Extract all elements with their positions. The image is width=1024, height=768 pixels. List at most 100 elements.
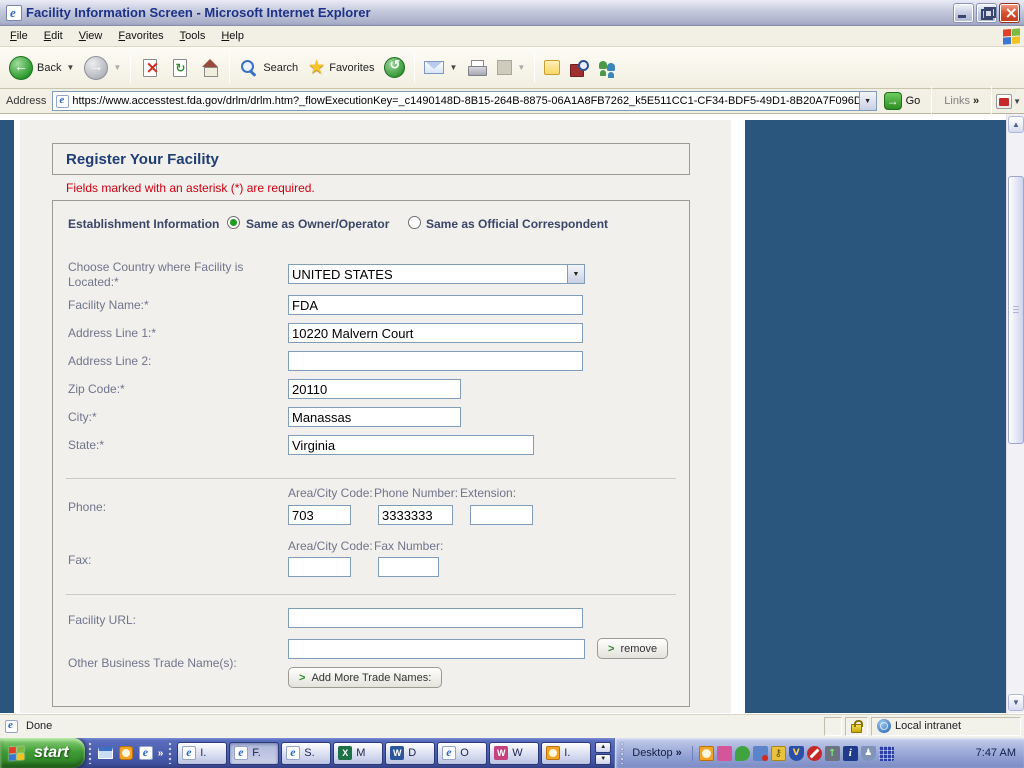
tray-app-icon[interactable] — [716, 745, 732, 761]
tray-blocked-icon[interactable] — [806, 745, 822, 761]
tray-balloon-icon[interactable] — [734, 745, 750, 761]
green-chevron-icon: > — [608, 642, 615, 655]
go-button[interactable]: → Go — [877, 92, 928, 110]
remove-trade-name-button[interactable]: > remove — [597, 638, 669, 659]
print-button[interactable] — [462, 50, 492, 86]
required-fields-note: Fields marked with an asterisk (*) are r… — [66, 181, 315, 195]
refresh-button[interactable] — [165, 50, 195, 86]
forward-icon — [84, 55, 109, 80]
tray-antivirus-icon[interactable] — [788, 745, 804, 761]
scroll-up-icon[interactable]: ▲ — [1008, 116, 1024, 133]
task-button-7[interactable]: WW — [489, 741, 540, 765]
task-button-4[interactable]: XM — [333, 741, 384, 765]
address-line2-input[interactable] — [288, 351, 583, 371]
pdf-dropdown-icon[interactable]: ▼ — [1013, 97, 1021, 106]
quick-launch-ie-button[interactable] — [136, 742, 156, 764]
forward-button[interactable]: ▼ — [79, 50, 126, 86]
state-input[interactable] — [288, 435, 534, 455]
mail-icon — [424, 61, 445, 74]
taskband-scroll-up-icon[interactable]: ▲ — [595, 741, 612, 753]
security-zone-text: Local intranet — [895, 720, 962, 732]
same-as-correspondent-radio[interactable] — [408, 216, 421, 229]
add-more-trade-names-button[interactable]: > Add More Trade Names: — [288, 667, 443, 688]
desktop-toolbar-grip[interactable] — [620, 742, 626, 764]
menu-file[interactable]: File — [2, 28, 36, 44]
tray-info-icon[interactable] — [842, 745, 858, 761]
back-dropdown-icon[interactable]: ▼ — [66, 63, 74, 72]
mail-button[interactable]: ▼ — [419, 50, 462, 86]
favorites-button[interactable]: ★ Favorites — [303, 50, 379, 86]
stop-button[interactable] — [135, 50, 165, 86]
task-button-3[interactable]: S. — [281, 741, 332, 765]
links-chevron-icon[interactable]: » — [973, 95, 979, 107]
research-button[interactable] — [565, 50, 593, 86]
history-button[interactable] — [379, 50, 410, 86]
desktop-toolbar-label[interactable]: Desktop — [632, 747, 672, 759]
adobe-pdf-icon[interactable] — [996, 93, 1013, 109]
ie-icon — [182, 745, 197, 760]
search-icon — [239, 58, 259, 78]
taskband-scroll-down-icon[interactable]: ▼ — [595, 753, 612, 765]
task-button-5[interactable]: WD — [385, 741, 436, 765]
facility-name-input[interactable] — [288, 295, 583, 315]
task-button-6[interactable]: O — [437, 741, 488, 765]
back-button[interactable]: Back ▼ — [4, 50, 79, 86]
menu-favorites[interactable]: Favorites — [110, 28, 171, 44]
tray-display-icon[interactable] — [878, 745, 894, 761]
start-button[interactable]: start — [0, 738, 85, 768]
menu-tools[interactable]: Tools — [172, 28, 214, 44]
tray-clock-icon[interactable] — [698, 745, 714, 761]
minimize-button[interactable] — [953, 2, 974, 23]
quick-launch-clock-button[interactable] — [116, 742, 136, 764]
desktop-chevron-icon[interactable]: » — [676, 747, 682, 759]
quick-launch-chevron-icon[interactable]: » — [156, 748, 166, 759]
state-label: State:* — [68, 438, 105, 452]
start-flag-icon — [8, 745, 25, 761]
facility-url-input[interactable] — [288, 608, 583, 628]
tray-users-offline-icon[interactable] — [752, 745, 768, 761]
trade-name-input[interactable] — [288, 639, 585, 659]
close-button[interactable] — [999, 2, 1020, 23]
scrollbar-thumb[interactable] — [1008, 176, 1024, 444]
phone-number-input[interactable] — [378, 505, 453, 525]
address-input[interactable]: https://www.accesstest.fda.gov/drlm/drlm… — [52, 91, 877, 111]
address-line1-input[interactable] — [288, 323, 583, 343]
country-select[interactable]: UNITED STATES ▼ — [288, 264, 585, 284]
zip-code-input[interactable] — [288, 379, 461, 399]
ie-window-icon[interactable] — [6, 4, 22, 21]
menu-view[interactable]: View — [71, 28, 111, 44]
taskbar-right-panel: Desktop » 7:47 AM — [614, 738, 1024, 768]
country-dropdown-icon[interactable]: ▼ — [567, 265, 584, 283]
home-button[interactable] — [195, 50, 225, 86]
task-button-2-active[interactable]: F. — [229, 741, 280, 765]
toolbar-separator — [931, 86, 933, 116]
phone-area-code-input[interactable] — [288, 505, 351, 525]
menu-edit[interactable]: Edit — [36, 28, 71, 44]
task-button-8[interactable]: I. — [541, 741, 592, 765]
taskband-grip[interactable] — [168, 742, 174, 764]
scroll-down-icon[interactable]: ▼ — [1008, 694, 1024, 711]
task-button-1[interactable]: I. — [177, 741, 228, 765]
messenger-button[interactable] — [593, 50, 623, 86]
search-button[interactable]: Search — [234, 50, 303, 86]
menu-help[interactable]: Help — [213, 28, 252, 44]
phone-extension-input[interactable] — [470, 505, 533, 525]
taskband-scroll-control[interactable]: ▲ ▼ — [595, 741, 612, 765]
address-dropdown-icon[interactable]: ▼ — [858, 92, 876, 110]
restore-button[interactable] — [976, 2, 997, 23]
links-toolbar[interactable]: Links » — [936, 95, 987, 107]
quick-launch-grip[interactable] — [87, 742, 93, 764]
mail-dropdown-icon[interactable]: ▼ — [449, 63, 457, 72]
fax-area-code-input[interactable] — [288, 557, 351, 577]
zip-code-label: Zip Code:* — [68, 382, 125, 396]
city-input[interactable] — [288, 407, 461, 427]
toolbar-separator — [229, 52, 231, 83]
show-desktop-button[interactable] — [96, 742, 116, 764]
tray-key-icon[interactable] — [770, 745, 786, 761]
same-as-owner-radio[interactable] — [227, 216, 240, 229]
tray-security-shield-icon[interactable] — [860, 745, 876, 761]
discuss-button[interactable] — [539, 50, 565, 86]
vertical-scrollbar[interactable]: ▲ ▼ — [1006, 114, 1024, 713]
fax-number-input[interactable] — [378, 557, 439, 577]
tray-update-icon[interactable] — [824, 745, 840, 761]
